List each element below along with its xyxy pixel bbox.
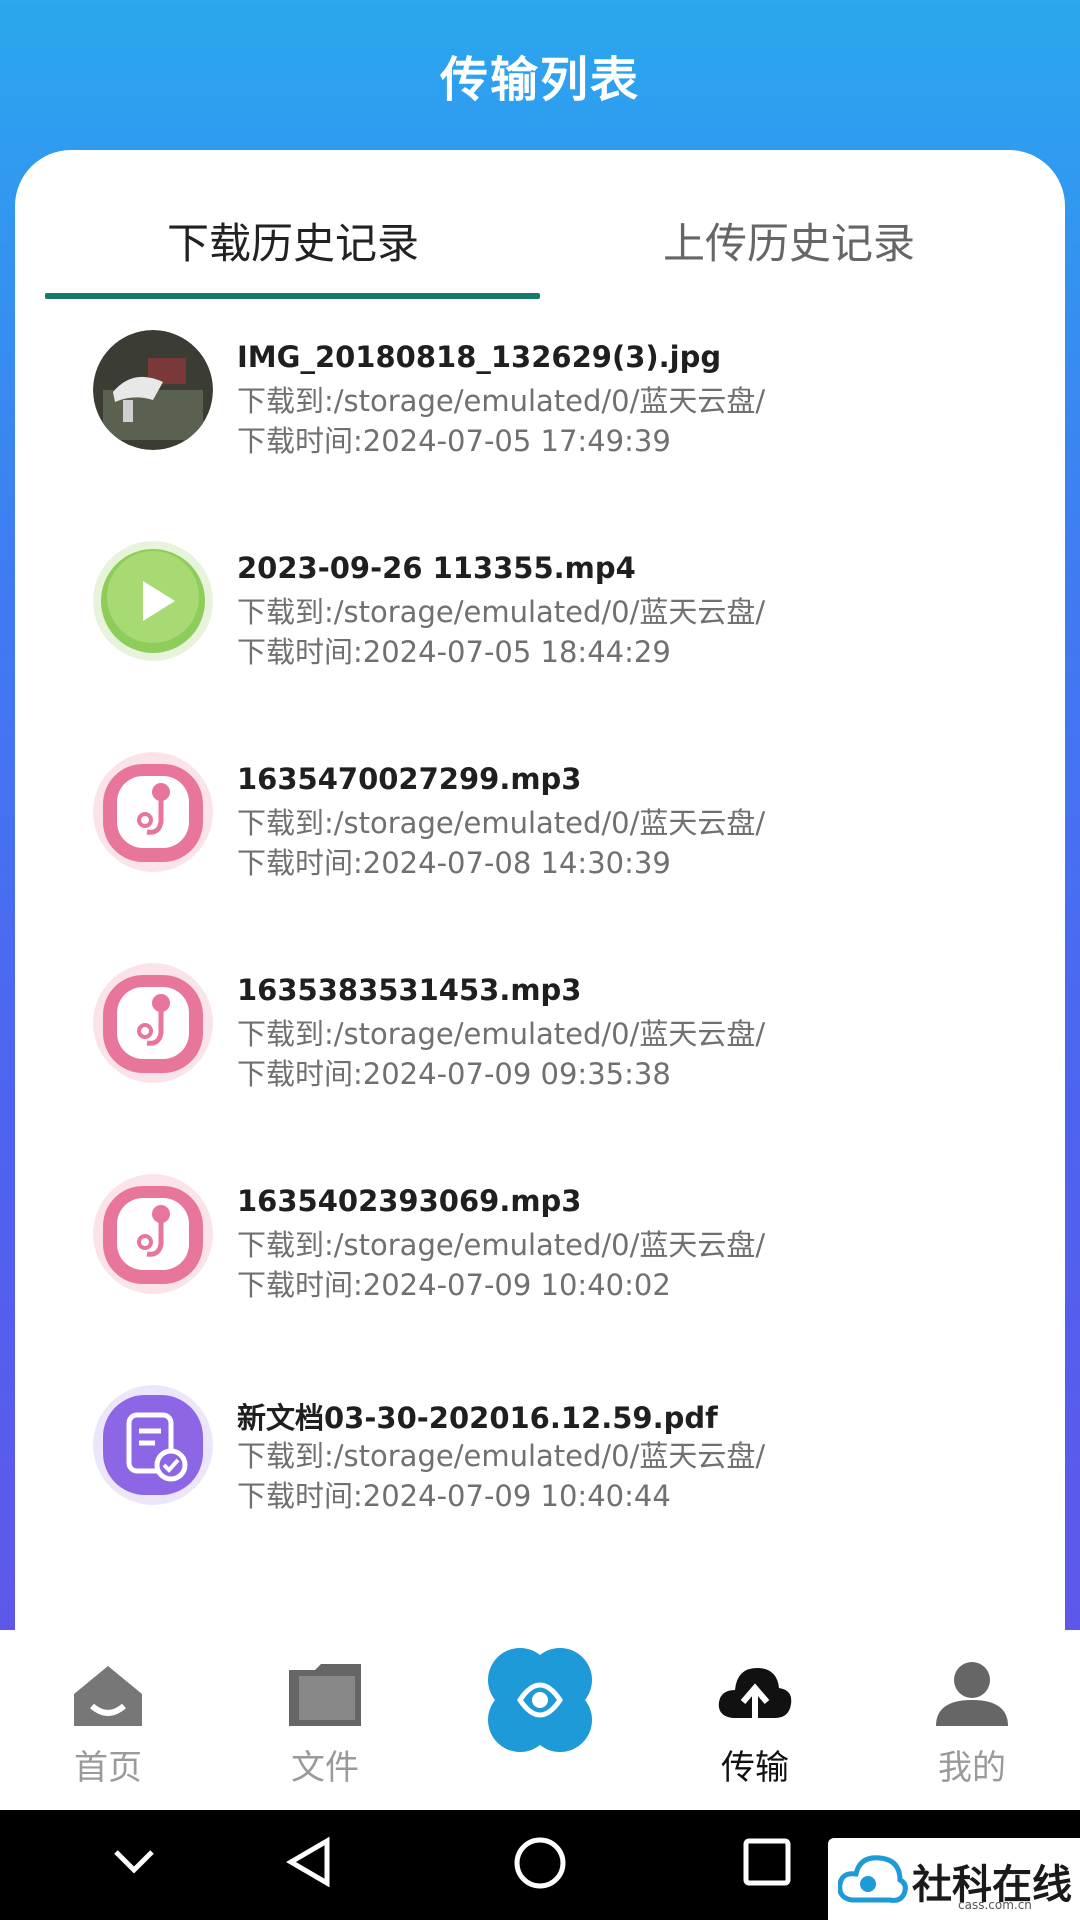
- back-icon[interactable]: [285, 1835, 335, 1889]
- home-circle-icon[interactable]: [512, 1835, 568, 1891]
- home-icon: [74, 1666, 142, 1726]
- nav-files-label: 文件: [291, 1748, 359, 1788]
- nav-mine[interactable]: 我的: [902, 1660, 1042, 1789]
- video-file-icon: [93, 541, 213, 661]
- tab-upload-history[interactable]: 上传历史记录: [663, 210, 915, 271]
- list-item[interactable]: 1635383531453.mp3 下载到:/storage/emulated/…: [15, 963, 1065, 1174]
- music-file-icon: [93, 752, 213, 872]
- nav-mine-label: 我的: [938, 1748, 1006, 1788]
- bottom-navigation: 首页 文件 传输 我的: [0, 1630, 1080, 1810]
- download-list: IMG_20180818_132629(3).jpg 下载到:/storage/…: [15, 330, 1065, 1596]
- file-name: 新文档03-30-202016.12.59.pdf: [237, 1401, 718, 1435]
- watermark-subtext: cass.com.cn: [958, 1898, 1032, 1912]
- download-time: 下载时间:2024-07-05 18:44:29: [237, 635, 671, 669]
- list-item[interactable]: IMG_20180818_132629(3).jpg 下载到:/storage/…: [15, 330, 1065, 541]
- download-time: 下载时间:2024-07-09 09:35:38: [237, 1057, 671, 1091]
- music-file-icon: [93, 1174, 213, 1294]
- user-icon: [936, 1662, 1008, 1726]
- nav-center-logo[interactable]: [470, 1640, 610, 1764]
- download-path: 下载到:/storage/emulated/0/蓝天云盘/: [237, 806, 766, 840]
- list-item[interactable]: 1635402393069.mp3 下载到:/storage/emulated/…: [15, 1174, 1065, 1385]
- file-name: 1635470027299.mp3: [237, 762, 582, 796]
- download-path: 下载到:/storage/emulated/0/蓝天云盘/: [237, 595, 766, 629]
- tab-download-history[interactable]: 下载历史记录: [167, 210, 419, 271]
- download-time: 下载时间:2024-07-09 10:40:02: [237, 1268, 671, 1302]
- cloud-logo-icon: [838, 1855, 908, 1903]
- nav-home[interactable]: 首页: [38, 1660, 178, 1789]
- list-item[interactable]: 2023-09-26 113355.mp4 下载到:/storage/emula…: [15, 541, 1065, 752]
- download-path: 下载到:/storage/emulated/0/蓝天云盘/: [237, 384, 766, 418]
- folder-icon: [289, 1664, 361, 1726]
- download-path: 下载到:/storage/emulated/0/蓝天云盘/: [237, 1439, 766, 1473]
- app-logo-icon: [488, 1648, 592, 1752]
- document-file-icon: [93, 1385, 213, 1505]
- cloud-upload-icon: [718, 1668, 792, 1722]
- image-thumbnail-icon: [93, 330, 213, 450]
- nav-files[interactable]: 文件: [255, 1660, 395, 1789]
- file-name: IMG_20180818_132629(3).jpg: [237, 340, 722, 374]
- list-item[interactable]: 新文档03-30-202016.12.59.pdf 下载到:/storage/e…: [15, 1385, 1065, 1596]
- music-file-icon: [93, 963, 213, 1083]
- recent-apps-icon[interactable]: [742, 1837, 792, 1887]
- transfer-card: 下载历史记录 上传历史记录 IMG_20180818_132629(3).jpg…: [15, 150, 1065, 1640]
- file-name: 1635383531453.mp3: [237, 973, 582, 1007]
- file-name: 2023-09-26 113355.mp4: [237, 551, 636, 585]
- nav-home-label: 首页: [74, 1748, 142, 1788]
- nav-transfer-label: 传输: [721, 1748, 789, 1788]
- page-title: 传输列表: [439, 52, 640, 108]
- status-bar: [0, 0, 1080, 20]
- download-time: 下载时间:2024-07-09 10:40:44: [237, 1479, 671, 1513]
- download-time: 下载时间:2024-07-08 14:30:39: [237, 846, 671, 880]
- download-time: 下载时间:2024-07-05 17:49:39: [237, 424, 671, 458]
- download-path: 下载到:/storage/emulated/0/蓝天云盘/: [237, 1228, 766, 1262]
- download-path: 下载到:/storage/emulated/0/蓝天云盘/: [237, 1017, 766, 1051]
- chevron-down-icon[interactable]: [112, 1842, 156, 1882]
- watermark-logo: 社科在线 cass.com.cn: [828, 1838, 1080, 1920]
- active-tab-indicator: [45, 293, 540, 299]
- nav-transfer[interactable]: 传输: [685, 1660, 825, 1789]
- list-item[interactable]: 1635470027299.mp3 下载到:/storage/emulated/…: [15, 752, 1065, 963]
- file-name: 1635402393069.mp3: [237, 1184, 582, 1218]
